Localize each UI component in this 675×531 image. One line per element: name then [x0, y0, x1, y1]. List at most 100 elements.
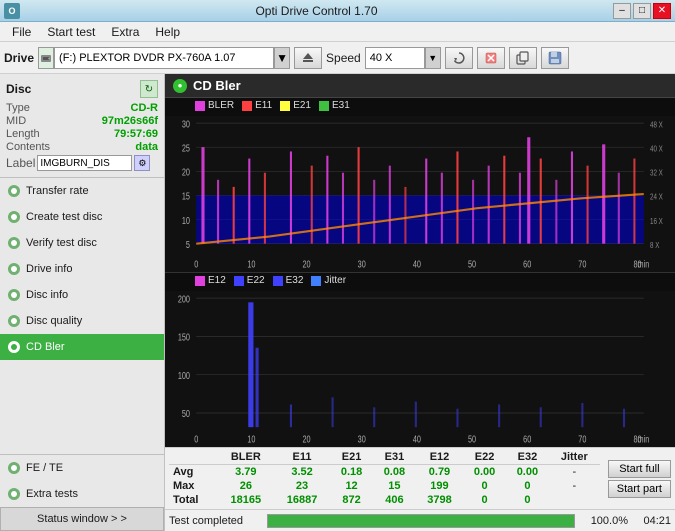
- minimize-button[interactable]: –: [613, 3, 631, 19]
- chart-title: CD Bler: [193, 78, 241, 93]
- copy-button[interactable]: [509, 47, 537, 69]
- close-button[interactable]: ✕: [653, 3, 671, 19]
- window-controls: – □ ✕: [613, 3, 671, 19]
- stats-total-e11: 16887: [274, 493, 330, 507]
- stats-row-max: Max 26 23 12 15 199 0 0 -: [169, 479, 600, 493]
- stats-max-e22: 0: [463, 479, 506, 493]
- nav-dot: [8, 211, 20, 223]
- legend-color-e11: [242, 101, 252, 111]
- sidebar-item-disc-info[interactable]: Disc info: [0, 282, 164, 308]
- nav-label: Transfer rate: [26, 185, 89, 197]
- svg-text:40: 40: [413, 259, 421, 270]
- drive-label: Drive: [4, 51, 34, 65]
- legend-e12: E12: [195, 275, 226, 286]
- action-buttons: Start full Start part: [604, 448, 675, 509]
- speed-dropdown-arrow[interactable]: ▼: [425, 47, 441, 69]
- menu-start-test[interactable]: Start test: [39, 23, 103, 41]
- menu-help[interactable]: Help: [147, 23, 188, 41]
- legend-jitter: Jitter: [311, 275, 346, 286]
- stats-area: BLER E11 E21 E31 E12 E22 E32 Jitter Avg: [165, 447, 675, 509]
- nav-list: Transfer rate Create test disc Verify te…: [0, 178, 164, 454]
- disc-contents-value: data: [135, 141, 158, 153]
- svg-text:50: 50: [182, 408, 190, 419]
- stats-avg-e11: 3.52: [274, 465, 330, 480]
- progress-status-label: Test completed: [169, 515, 259, 527]
- disc-type-value: CD-R: [131, 102, 159, 114]
- progress-bar-inner: [268, 515, 574, 527]
- legend-color-bler: [195, 101, 205, 111]
- svg-text:10: 10: [182, 215, 190, 226]
- eject-button[interactable]: [294, 47, 322, 69]
- sidebar-item-cd-bler[interactable]: CD Bler: [0, 334, 164, 360]
- disc-label-label: Label: [6, 156, 35, 170]
- stats-total-jitter: [549, 493, 600, 507]
- chart-top-legend: BLER E11 E21 E31: [165, 98, 675, 113]
- svg-text:10: 10: [247, 259, 255, 270]
- save-button[interactable]: [541, 47, 569, 69]
- stats-avg-e22: 0.00: [463, 465, 506, 480]
- legend-e22: E22: [234, 275, 265, 286]
- progress-bar-area: Test completed 100.0% 04:21: [165, 509, 675, 531]
- stats-max-e32: 0: [506, 479, 549, 493]
- svg-text:30: 30: [358, 259, 366, 270]
- svg-text:24 X: 24 X: [650, 192, 663, 202]
- speed-selector[interactable]: 40 X: [365, 47, 425, 69]
- sidebar-item-extra-tests[interactable]: Extra tests: [0, 481, 164, 507]
- sidebar-item-disc-quality[interactable]: Disc quality: [0, 308, 164, 334]
- disc-mid-label: MID: [6, 115, 26, 127]
- clear-button[interactable]: [477, 47, 505, 69]
- svg-text:40 X: 40 X: [650, 143, 663, 153]
- stats-total-e32: 0: [506, 493, 549, 507]
- legend-bler: BLER: [195, 100, 234, 111]
- legend-color-e12: [195, 276, 205, 286]
- menu-file[interactable]: File: [4, 23, 39, 41]
- svg-text:70: 70: [578, 259, 586, 270]
- start-full-button[interactable]: Start full: [608, 460, 671, 478]
- svg-text:8 X: 8 X: [650, 240, 659, 250]
- status-window-button[interactable]: Status window > >: [0, 507, 164, 531]
- disc-type-label: Type: [6, 102, 30, 114]
- svg-text:20: 20: [303, 259, 311, 270]
- sidebar: Disc ↻ Type CD-R MID 97m26s66f Length 79…: [0, 74, 165, 531]
- menu-extra[interactable]: Extra: [103, 23, 147, 41]
- stats-col-header-bler: BLER: [218, 450, 274, 465]
- stats-avg-e21: 0.18: [330, 465, 373, 480]
- legend-e21: E21: [280, 100, 311, 111]
- sidebar-item-fe-te[interactable]: FE / TE: [0, 455, 164, 481]
- svg-text:0: 0: [194, 259, 198, 270]
- drive-selector[interactable]: (F:) PLEXTOR DVDR PX-760A 1.07: [54, 47, 274, 69]
- stats-max-e11: 23: [274, 479, 330, 493]
- progress-percent: 100.0%: [583, 515, 628, 527]
- stats-row-avg: Avg 3.79 3.52 0.18 0.08 0.79 0.00 0.00 -: [169, 465, 600, 480]
- sidebar-item-verify-test-disc[interactable]: Verify test disc: [0, 230, 164, 256]
- refresh-button[interactable]: [445, 47, 473, 69]
- stats-avg-e32: 0.00: [506, 465, 549, 480]
- sidebar-item-drive-info[interactable]: Drive info: [0, 256, 164, 282]
- label-settings-icon[interactable]: ⚙: [134, 155, 150, 171]
- drive-icon: [38, 47, 54, 69]
- legend-color-e31: [319, 101, 329, 111]
- sidebar-item-create-test-disc[interactable]: Create test disc: [0, 204, 164, 230]
- disc-header: Disc ↻: [6, 80, 158, 98]
- maximize-button[interactable]: □: [633, 3, 651, 19]
- disc-refresh-button[interactable]: ↻: [140, 80, 158, 98]
- start-part-button[interactable]: Start part: [608, 480, 671, 498]
- disc-label-input[interactable]: [37, 155, 132, 171]
- svg-text:32 X: 32 X: [650, 168, 663, 178]
- legend-color-e32: [273, 276, 283, 286]
- speed-label: Speed: [326, 51, 361, 65]
- stats-max-jitter: -: [549, 479, 600, 493]
- svg-text:200: 200: [178, 293, 190, 304]
- disc-panel: Disc ↻ Type CD-R MID 97m26s66f Length 79…: [0, 74, 164, 178]
- svg-text:5: 5: [186, 239, 190, 250]
- chart-top-svg: 30 25 20 15 10 5 48 X 40 X 32 X 24 X 16 …: [165, 116, 675, 272]
- stats-col-header-e12: E12: [416, 450, 463, 465]
- svg-text:30: 30: [182, 118, 190, 129]
- sidebar-item-transfer-rate[interactable]: Transfer rate: [0, 178, 164, 204]
- app-title: Opti Drive Control 1.70: [20, 4, 613, 18]
- nav-dot-active: [8, 341, 20, 353]
- drive-dropdown-arrow[interactable]: ▼: [274, 47, 290, 69]
- nav-dot: [8, 237, 20, 249]
- stats-table-section: BLER E11 E21 E31 E12 E22 E32 Jitter Avg: [165, 448, 604, 509]
- stats-col-header-e32: E32: [506, 450, 549, 465]
